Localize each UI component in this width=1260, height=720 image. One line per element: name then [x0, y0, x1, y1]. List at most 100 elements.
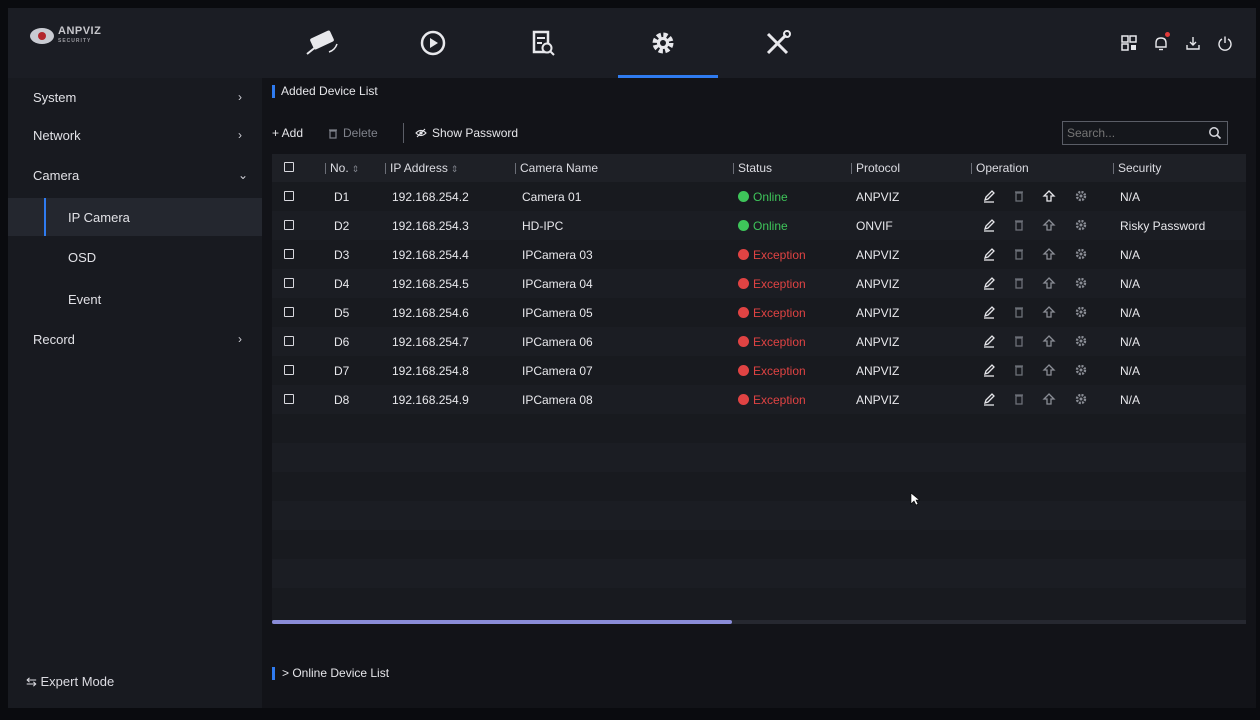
- upgrade-arrow-icon[interactable]: [1042, 363, 1056, 377]
- settings-gear-icon[interactable]: [1074, 305, 1088, 319]
- playback-icon: [420, 30, 446, 56]
- sidebar-item-network[interactable]: Network ›: [8, 116, 262, 154]
- sidebar-item-event[interactable]: Event: [8, 280, 262, 318]
- trash-icon[interactable]: [1012, 334, 1026, 348]
- upgrade-arrow-icon[interactable]: [1042, 218, 1056, 232]
- cell-camera-name: Camera 01: [522, 190, 582, 204]
- row-checkbox[interactable]: [284, 394, 294, 404]
- table-row[interactable]: D2 192.168.254.3 HD-IPC Online ONVIF Risky Pa…: [272, 211, 1246, 240]
- edit-icon[interactable]: [982, 189, 996, 203]
- sidebar-item-label: Event: [68, 291, 102, 307]
- column-header-name: Camera Name: [514, 161, 599, 175]
- sidebar-item-record[interactable]: Record ›: [8, 320, 262, 358]
- row-checkbox[interactable]: [284, 278, 294, 288]
- edit-icon[interactable]: [982, 334, 996, 348]
- empty-table-row: [272, 414, 1246, 443]
- table-row[interactable]: D1 192.168.254.2 Camera 01 Online ANPVIZ N/A: [272, 182, 1246, 211]
- expert-mode-toggle[interactable]: ⇆ Expert Mode: [26, 674, 114, 690]
- row-checkbox[interactable]: [284, 365, 294, 375]
- upgrade-arrow-icon[interactable]: [1042, 334, 1056, 348]
- sidebar: System › Network › Camera ⌄ IP Camera OS…: [8, 78, 262, 708]
- settings-gear-icon[interactable]: [1074, 363, 1088, 377]
- trash-icon[interactable]: [1012, 305, 1026, 319]
- table-row[interactable]: D3 192.168.254.4 IPCamera 03 Exception ANPVI…: [272, 240, 1246, 269]
- trash-icon[interactable]: [1012, 363, 1026, 377]
- edit-icon[interactable]: [982, 218, 996, 232]
- tab-live-view[interactable]: [268, 8, 378, 78]
- column-header-no[interactable]: No. ⇕: [324, 161, 360, 175]
- trash-icon[interactable]: [1012, 247, 1026, 261]
- section-title: Added Device List: [272, 84, 378, 98]
- trash-icon[interactable]: [1012, 218, 1026, 232]
- row-checkbox[interactable]: [284, 336, 294, 346]
- upgrade-arrow-icon[interactable]: [1042, 189, 1056, 203]
- cell-no: D1: [334, 190, 350, 204]
- settings-gear-icon[interactable]: [1074, 247, 1088, 261]
- online-device-list-toggle[interactable]: > Online Device List: [272, 666, 389, 680]
- trash-icon[interactable]: [1012, 276, 1026, 290]
- settings-gear-icon[interactable]: [1074, 218, 1088, 232]
- table-row[interactable]: D8 192.168.254.9 IPCamera 08 Exception ANPVI…: [272, 385, 1246, 414]
- settings-gear-icon[interactable]: [1074, 392, 1088, 406]
- upgrade-arrow-icon[interactable]: [1042, 392, 1056, 406]
- power-icon[interactable]: [1216, 34, 1234, 52]
- delete-button[interactable]: Delete: [328, 126, 378, 140]
- edit-icon[interactable]: [982, 305, 996, 319]
- upgrade-arrow-icon[interactable]: [1042, 247, 1056, 261]
- upgrade-arrow-icon[interactable]: [1042, 305, 1056, 319]
- error-circle-icon: [738, 365, 749, 376]
- bell-icon[interactable]: [1152, 32, 1170, 52]
- sidebar-item-system[interactable]: System ›: [8, 78, 262, 116]
- camera-icon: [306, 30, 338, 55]
- settings-gear-icon[interactable]: [1074, 334, 1088, 348]
- empty-table-row: [272, 559, 1246, 588]
- column-header-ip[interactable]: IP Address ⇕: [384, 161, 458, 175]
- check-circle-icon: [738, 220, 749, 231]
- row-checkbox[interactable]: [284, 191, 294, 201]
- row-checkbox[interactable]: [284, 220, 294, 230]
- sort-icon: ⇕: [351, 164, 360, 174]
- horizontal-scrollbar[interactable]: [272, 620, 1246, 624]
- main-panel: Added Device List + Add Delete Show Pass…: [262, 78, 1256, 708]
- tab-maintenance[interactable]: [723, 8, 833, 78]
- add-button[interactable]: + Add: [272, 126, 303, 140]
- settings-gear-icon[interactable]: [1074, 276, 1088, 290]
- search-icon[interactable]: [1207, 125, 1223, 141]
- edit-icon[interactable]: [982, 247, 996, 261]
- table-row[interactable]: D4 192.168.254.5 IPCamera 04 Exception ANPVI…: [272, 269, 1246, 298]
- cell-camera-name: IPCamera 07: [522, 364, 593, 378]
- cell-security: N/A: [1120, 277, 1141, 291]
- row-checkbox[interactable]: [284, 307, 294, 317]
- sidebar-item-ip-camera[interactable]: IP Camera: [8, 198, 262, 236]
- download-icon[interactable]: [1184, 34, 1202, 52]
- upgrade-arrow-icon[interactable]: [1042, 276, 1056, 290]
- settings-gear-icon[interactable]: [1074, 189, 1088, 203]
- cell-security: N/A: [1120, 306, 1141, 320]
- table-row[interactable]: D6 192.168.254.7 IPCamera 06 Exception ANPVI…: [272, 327, 1246, 356]
- search-input[interactable]: [1063, 125, 1207, 141]
- tab-playback[interactable]: [378, 8, 488, 78]
- sidebar-item-camera[interactable]: Camera ⌄: [8, 156, 262, 194]
- status-badge: Exception: [738, 335, 806, 349]
- cell-ip: 192.168.254.6: [392, 306, 469, 320]
- cell-security: N/A: [1120, 248, 1141, 262]
- table-row[interactable]: D5 192.168.254.6 IPCamera 05 Exception ANPVI…: [272, 298, 1246, 327]
- trash-icon[interactable]: [1012, 392, 1026, 406]
- cell-camera-name: IPCamera 04: [522, 277, 593, 291]
- row-checkbox[interactable]: [284, 249, 294, 259]
- qr-code-icon[interactable]: [1120, 34, 1138, 52]
- edit-icon[interactable]: [982, 363, 996, 377]
- add-label: + Add: [272, 126, 304, 140]
- trash-icon[interactable]: [1012, 189, 1026, 203]
- tab-file-search[interactable]: [488, 8, 598, 78]
- notification-dot: [1165, 32, 1170, 37]
- edit-icon[interactable]: [982, 392, 996, 406]
- scrollbar-thumb[interactable]: [272, 620, 732, 624]
- table-row[interactable]: D7 192.168.254.8 IPCamera 07 Exception ANPVI…: [272, 356, 1246, 385]
- tab-configuration[interactable]: [608, 8, 718, 78]
- sidebar-item-osd[interactable]: OSD: [8, 238, 262, 276]
- show-password-button[interactable]: Show Password: [415, 126, 518, 140]
- select-all-checkbox[interactable]: [284, 162, 294, 172]
- mouse-cursor-icon: [910, 492, 920, 506]
- edit-icon[interactable]: [982, 276, 996, 290]
